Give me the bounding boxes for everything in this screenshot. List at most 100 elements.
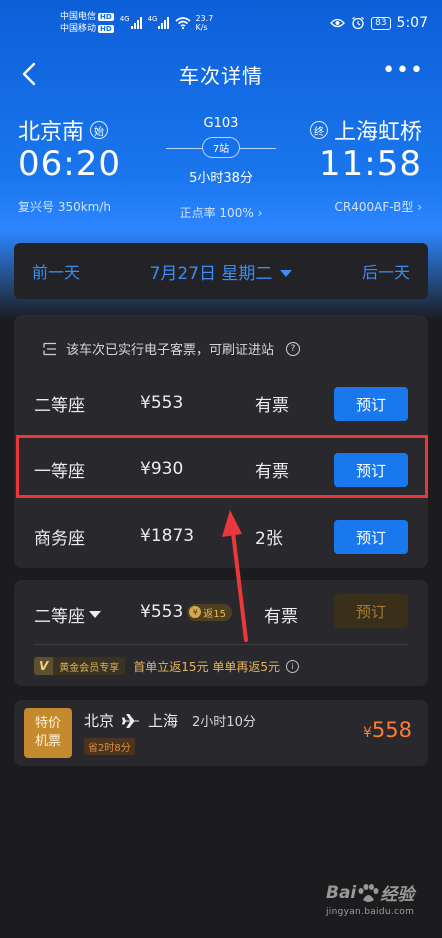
network-speed: 23.7 K/s — [195, 14, 213, 32]
member-seat-name: 二等座 — [34, 607, 85, 627]
vip-icon: V — [34, 657, 54, 675]
watermark-url: jingyan.baidu.com — [326, 907, 415, 917]
back-arrow-icon[interactable] — [16, 60, 44, 88]
signal-icon — [158, 17, 170, 29]
date-selector: 前一天 7月27日 星期二 后一天 — [14, 243, 428, 299]
on-time-rate[interactable]: 正点率 100% › — [160, 204, 282, 221]
member-seat-row: 二等座 ¥553 ¥ 返15 有票 预订 — [14, 590, 428, 634]
carrier-1: 中国电信 — [60, 12, 97, 22]
seat-name: 一等座 — [34, 461, 85, 482]
flight-to: 上海 — [148, 712, 179, 730]
badge-line-2: 机票 — [34, 734, 61, 749]
flight-price: ¥558 — [363, 718, 412, 742]
train-type: 复兴号 350km/h — [18, 200, 112, 214]
member-promo: V 黄金会员专享 首单立返15元 单单再返5元 i — [34, 657, 300, 675]
baidu-watermark: Bai 经验 jingyan.baidu.com — [326, 880, 426, 930]
seat-row-first-class: 一等座 ¥930 有票 预订 — [14, 444, 428, 494]
page-title: 车次详情 — [179, 63, 263, 88]
arrival-time: 11:58 — [319, 144, 422, 184]
vip-badge: V 黄金会员专享 — [34, 657, 126, 675]
clock: 5:07 — [396, 15, 428, 31]
seat-name: 商务座 — [34, 528, 85, 549]
more-options-icon[interactable]: ••• — [382, 60, 424, 82]
baidu-logo: Bai 经验 — [326, 880, 426, 906]
speed-unit: K/s — [195, 23, 208, 32]
route-summary: 北京南 始 06:20 复兴号 350km/h G103 7站 5小时38分 正… — [0, 110, 442, 220]
flight-offer-card[interactable]: 特价 机票 北京 上海 2小时10分 省2时8分 ¥558 — [14, 700, 428, 766]
member-availability: 有票 — [264, 607, 298, 627]
stops-count[interactable]: 7站 — [201, 137, 241, 158]
prev-day-button[interactable]: 前一天 — [32, 259, 80, 283]
flight-duration: 2小时10分 — [192, 715, 256, 730]
rebate-text: 返15 — [203, 608, 226, 620]
carrier-2: 中国移动 — [60, 24, 97, 34]
wifi-icon — [175, 17, 191, 29]
promo-text: 首单立返15元 单单再返5元 — [133, 659, 281, 674]
time-saved-badge: 省2时8分 — [84, 738, 135, 755]
flight-price-value: 558 — [371, 718, 412, 742]
departure-time: 06:20 — [18, 144, 121, 184]
member-price: ¥553 ¥ 返15 — [140, 602, 232, 622]
member-price-value: ¥553 — [140, 602, 184, 622]
member-offer-card: 二等座 ¥553 ¥ 返15 有票 预订 V 黄金会员专享 首单立返15元 单单再返… — [14, 580, 428, 686]
rebate-badge: ¥ 返15 — [187, 603, 232, 621]
next-day-button[interactable]: 后一天 — [362, 259, 410, 283]
member-seat-selector[interactable]: 二等座 — [34, 602, 101, 627]
seat-row-business-class: 商务座 ¥1873 2张 预订 — [14, 511, 428, 561]
chevron-right-icon: › — [417, 200, 422, 214]
book-button[interactable]: 预订 — [334, 387, 408, 421]
book-button[interactable]: 预订 — [334, 520, 408, 554]
flight-from: 北京 — [84, 712, 115, 730]
train-model[interactable]: CR400AF-B型 › — [334, 198, 422, 215]
stops-indicator[interactable]: 7站 — [160, 137, 282, 161]
book-button[interactable]: 预订 — [334, 453, 408, 487]
special-flight-badge: 特价 机票 — [24, 708, 72, 758]
divider — [34, 644, 408, 645]
seat-availability: 有票 — [255, 395, 289, 416]
train-model-text: CR400AF-B型 — [334, 200, 414, 214]
train-info: G103 7站 5小时38分 正点率 100% › — [160, 116, 282, 220]
flight-route: 北京 上海 2小时10分 — [84, 710, 256, 731]
hd-badge: HD — [98, 25, 114, 33]
help-icon[interactable]: ? — [286, 341, 301, 356]
vip-label: 黄金会员专享 — [59, 662, 120, 674]
status-right: 83 5:07 — [330, 15, 428, 31]
alarm-icon — [352, 16, 364, 30]
ticket-icon — [43, 342, 56, 355]
speed-value: 23.7 — [195, 14, 214, 23]
terminal-tag-icon: 终 — [309, 121, 328, 139]
badge-line-1: 特价 — [34, 716, 61, 731]
train-number: G103 — [203, 116, 239, 131]
coin-icon: ¥ — [189, 606, 202, 618]
battery-icon: 83 — [371, 16, 391, 30]
currency-symbol: ¥ — [362, 725, 372, 741]
current-date-button[interactable]: 7月27日 星期二 — [80, 259, 362, 284]
hd-badge: HD — [98, 13, 114, 21]
eye-icon — [330, 18, 345, 28]
carrier-info: 中国电信 HD 中国移动 HD — [60, 11, 114, 35]
seat-name: 二等座 — [34, 395, 85, 416]
nav-bar: 车次详情 ••• — [0, 52, 442, 96]
e-ticket-notice-text: 该车次已实行电子客票，可刷证进站 — [66, 343, 275, 358]
seat-price: ¥553 — [140, 393, 184, 413]
e-ticket-notice: 该车次已实行电子客票，可刷证进站 ? — [42, 339, 301, 358]
seat-list-card: 该车次已实行电子客票，可刷证进站 ? 二等座 ¥553 有票 预订 一等座 ¥9… — [14, 315, 428, 568]
arrival-station: 终 上海虹桥 — [309, 114, 422, 146]
seat-price: ¥930 — [140, 459, 184, 479]
departure-station: 北京南 始 — [18, 114, 109, 146]
seat-availability: 2张 — [255, 528, 283, 549]
signal-icon — [130, 17, 142, 29]
origin-tag-icon: 始 — [90, 121, 109, 139]
paw-icon — [358, 883, 379, 902]
departure-station-name: 北京南 — [18, 120, 85, 145]
arrival-station-name: 上海虹桥 — [333, 120, 422, 145]
seat-price: ¥1873 — [140, 526, 195, 546]
info-icon[interactable]: i — [286, 659, 300, 673]
chevron-right-icon: › — [257, 206, 263, 220]
travel-duration: 5小时38分 — [189, 171, 253, 186]
network-type-1: 4G — [119, 15, 130, 23]
network-type-2: 4G — [147, 15, 158, 23]
logo-right: 经验 — [380, 885, 415, 905]
current-date: 7月27日 星期二 — [149, 263, 273, 284]
member-book-button[interactable]: 预订 — [334, 594, 408, 628]
